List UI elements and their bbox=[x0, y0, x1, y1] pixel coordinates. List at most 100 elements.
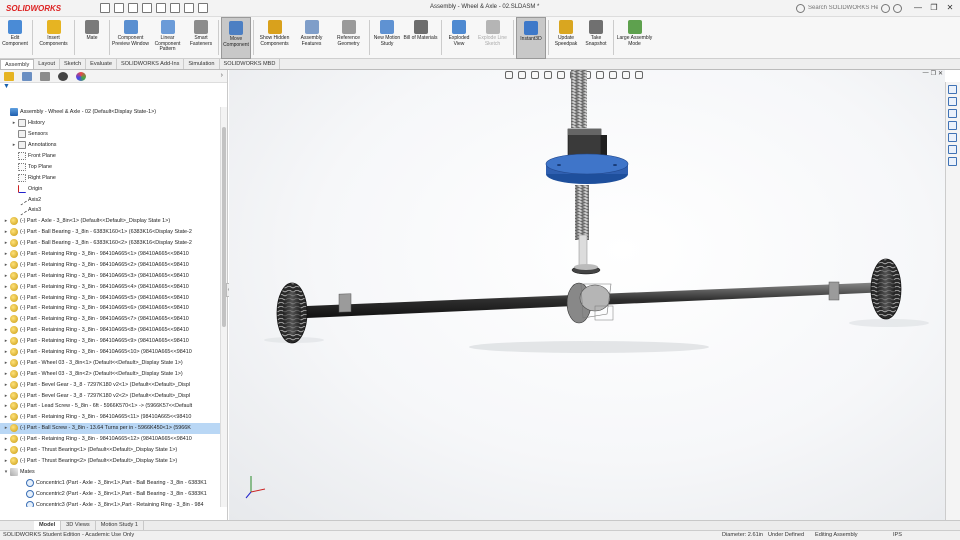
explode-line-sketch-button[interactable]: Explode Line Sketch bbox=[474, 17, 511, 59]
expand-arrow-icon[interactable]: ▸ bbox=[2, 229, 10, 235]
tree-node[interactable]: ▸ (-) Part - Ball Screw - 3_8in - 13.64 T… bbox=[0, 422, 220, 434]
graphics-area[interactable]: — ❐ ✕ bbox=[229, 70, 945, 520]
help-icon[interactable] bbox=[881, 3, 890, 13]
tree-node[interactable]: ▸ (-) Part - Retaining Ring - 3_8in - 984… bbox=[0, 259, 220, 270]
close-button[interactable]: ✕ bbox=[942, 0, 958, 16]
options-icon[interactable] bbox=[198, 3, 208, 13]
exploded-view-button[interactable]: Exploded View bbox=[444, 17, 474, 59]
tree-scrollbar-thumb[interactable] bbox=[222, 127, 226, 327]
tree-node[interactable]: ▸ History bbox=[0, 118, 220, 129]
tree-node[interactable]: ▸ (-) Part - Retaining Ring - 3_8in - 984… bbox=[0, 270, 220, 281]
minimize-button[interactable]: — bbox=[910, 0, 926, 16]
bill-of-materials-button[interactable]: Bill of Materials bbox=[402, 17, 439, 59]
mate-button[interactable]: Mate bbox=[77, 17, 107, 59]
tab-evaluate[interactable]: Evaluate bbox=[86, 59, 117, 69]
expand-arrow-icon[interactable]: ▸ bbox=[2, 316, 10, 322]
tree-node[interactable]: ▾ Mates bbox=[0, 466, 220, 477]
smart-fasteners-button[interactable]: Smart Fasteners bbox=[186, 17, 216, 59]
expand-arrow-icon[interactable]: ▸ bbox=[10, 142, 18, 148]
expand-arrow-icon[interactable]: ▸ bbox=[2, 360, 10, 366]
new-icon[interactable] bbox=[100, 3, 110, 13]
tab-layout[interactable]: Layout bbox=[34, 59, 61, 69]
tree-node[interactable]: ▸ (-) Part - Thrust Bearing<1> (Default<<… bbox=[0, 445, 220, 456]
tab-solidworks-add-ins[interactable]: SOLIDWORKS Add-Ins bbox=[117, 59, 185, 69]
pane-expand-icon[interactable]: › bbox=[221, 72, 223, 79]
edit-component-button[interactable]: Edit Component bbox=[0, 17, 30, 59]
expand-arrow-icon[interactable]: ▸ bbox=[2, 414, 10, 420]
expand-arrow-icon[interactable]: ▸ bbox=[2, 382, 10, 388]
show-hidden-components-button[interactable]: Show Hidden Components bbox=[256, 17, 293, 59]
expand-arrow-icon[interactable]: ▸ bbox=[2, 349, 10, 355]
tree-node[interactable]: ▸ (-) Part - Ball Bearing - 3_8in - 6383K… bbox=[0, 227, 220, 238]
right-wheel[interactable] bbox=[870, 258, 902, 320]
tree-node[interactable]: ▸ (-) Part - Retaining Ring - 3_8in - 984… bbox=[0, 412, 220, 423]
expand-arrow-icon[interactable]: ▸ bbox=[2, 371, 10, 377]
linear-component-pattern-button[interactable]: Linear Component Pattern bbox=[149, 17, 186, 59]
tree-node[interactable]: ▸ (-) Part - Retaining Ring - 3_8in - 984… bbox=[0, 434, 220, 445]
expand-arrow-icon[interactable]: ▸ bbox=[10, 120, 18, 126]
reference-geometry-button[interactable]: Reference Geometry bbox=[330, 17, 367, 59]
configuration-manager-tab-icon[interactable] bbox=[40, 71, 50, 81]
expand-arrow-icon[interactable]: ▸ bbox=[2, 425, 10, 431]
tree-node[interactable]: ▸ (-) Part - Thrust Bearing<2> (Default<<… bbox=[0, 456, 220, 467]
save-icon[interactable] bbox=[128, 3, 138, 13]
tree-node[interactable]: ▸ (-) Part - Retaining Ring - 3_8in - 984… bbox=[0, 325, 220, 336]
tree-node[interactable]: Axis3 bbox=[0, 204, 220, 217]
tab-sketch[interactable]: Sketch bbox=[60, 59, 87, 69]
tree-node[interactable]: Concentric3 (Part - Axle - 3_8in<1>,Part… bbox=[0, 499, 220, 507]
expand-arrow-icon[interactable]: ▸ bbox=[2, 284, 10, 290]
rebuild-icon[interactable] bbox=[184, 3, 194, 13]
move-component-button[interactable]: Move Component bbox=[221, 17, 251, 59]
undo-icon[interactable] bbox=[156, 3, 166, 13]
open-icon[interactable] bbox=[114, 3, 124, 13]
thrust-bearing[interactable] bbox=[571, 264, 601, 275]
tree-node[interactable]: ▸ (-) Part - Axle - 3_8in<1> (Default<<De… bbox=[0, 216, 220, 227]
custom-properties-icon[interactable] bbox=[948, 157, 957, 166]
expand-arrow-icon[interactable]: ▸ bbox=[2, 403, 10, 409]
property-manager-tab-icon[interactable] bbox=[22, 71, 32, 81]
expand-arrow-icon[interactable]: ▸ bbox=[2, 240, 10, 246]
expand-arrow-icon[interactable]: ▸ bbox=[2, 218, 10, 224]
expand-arrow-icon[interactable]: ▸ bbox=[2, 327, 10, 333]
insert-components-button[interactable]: Insert Components bbox=[35, 17, 72, 59]
expand-arrow-icon[interactable]: ▸ bbox=[2, 295, 10, 301]
update-speedpak-button[interactable]: Update Speedpak bbox=[551, 17, 581, 59]
bottom-tab-3d-views[interactable]: 3D Views bbox=[61, 521, 96, 530]
tree-node[interactable]: ▸ (-) Part - Retaining Ring - 3_8in - 984… bbox=[0, 347, 220, 358]
expand-arrow-icon[interactable]: ▸ bbox=[2, 273, 10, 279]
tree-node[interactable]: ▸ (-) Part - Retaining Ring - 3_8in - 984… bbox=[0, 292, 220, 303]
take-snapshot-button[interactable]: Take Snapshot bbox=[581, 17, 611, 59]
bottom-tab-motion-study-1[interactable]: Motion Study 1 bbox=[96, 521, 145, 530]
expand-arrow-icon[interactable]: ▸ bbox=[2, 251, 10, 257]
view-palette-icon[interactable] bbox=[948, 133, 957, 142]
home-icon[interactable] bbox=[948, 85, 957, 94]
assembly-features-button[interactable]: Assembly Features bbox=[293, 17, 330, 59]
feature-manager-tab-icon[interactable] bbox=[4, 71, 14, 81]
tree-node[interactable]: ▸ (-) Part - Bevel Gear - 3_8 - 7297K180 … bbox=[0, 379, 220, 390]
bevel-gear[interactable] bbox=[566, 282, 614, 324]
design-library-icon[interactable] bbox=[948, 109, 957, 118]
component-preview-window-button[interactable]: Component Preview Window bbox=[112, 17, 149, 59]
user-icon[interactable] bbox=[893, 3, 902, 13]
tab-solidworks-mbd[interactable]: SOLIDWORKS MBD bbox=[220, 59, 281, 69]
tree-node[interactable]: ▸ (-) Part - Retaining Ring - 3_8in - 984… bbox=[0, 281, 220, 292]
large-assembly-mode-button[interactable]: Large Assembly Mode bbox=[616, 17, 653, 59]
instant3d-button[interactable]: Instant3D bbox=[516, 17, 546, 59]
tree-node[interactable]: Right Plane bbox=[0, 172, 220, 183]
appearances-icon[interactable] bbox=[948, 145, 957, 154]
expand-arrow-icon[interactable]: ▸ bbox=[2, 262, 10, 268]
tree-node[interactable]: ▸ (-) Part - Retaining Ring - 3_8in - 984… bbox=[0, 303, 220, 314]
tree-node[interactable]: ▸ (-) Part - Lead Screw - 5_8in - 6ft - 5… bbox=[0, 401, 220, 412]
print-icon[interactable] bbox=[142, 3, 152, 13]
tree-node[interactable]: ▸ (-) Part - Retaining Ring - 3_8in - 984… bbox=[0, 314, 220, 325]
expand-arrow-icon[interactable]: ▸ bbox=[2, 458, 10, 464]
resources-icon[interactable] bbox=[948, 97, 957, 106]
select-icon[interactable] bbox=[170, 3, 180, 13]
tree-node[interactable]: ▸ (-) Part - Ball Bearing - 3_8in - 6383K… bbox=[0, 238, 220, 249]
expand-arrow-icon[interactable]: ▸ bbox=[2, 393, 10, 399]
blue-flange[interactable] bbox=[545, 153, 629, 184]
tree-node[interactable]: Concentric2 (Part - Axle - 3_8in<1>,Part… bbox=[0, 488, 220, 499]
units-selector[interactable]: IPS bbox=[893, 531, 902, 540]
tree-node[interactable]: Front Plane bbox=[0, 151, 220, 162]
tab-simulation[interactable]: Simulation bbox=[184, 59, 220, 69]
